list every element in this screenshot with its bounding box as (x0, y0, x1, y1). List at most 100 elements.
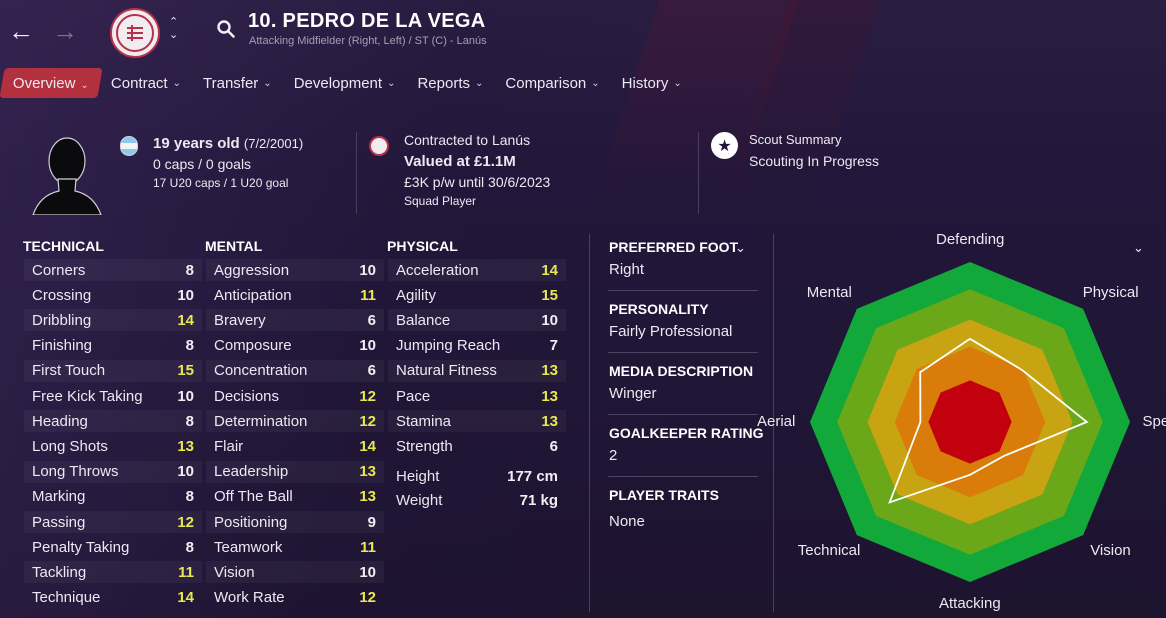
attribute-name: Crossing (32, 286, 92, 304)
attribute-row[interactable]: Marking 8 (24, 486, 202, 508)
tab-label: Transfer (203, 74, 259, 92)
divider (608, 352, 758, 353)
attribute-row[interactable]: Pace 13 (388, 385, 566, 407)
player-switch-chevrons[interactable]: ⌃ ⌄ (169, 16, 178, 42)
chevron-down-icon[interactable]: ⌄ (735, 240, 746, 256)
attribute-name: Tackling (32, 563, 87, 581)
chevron-down-icon[interactable]: ⌄ (169, 29, 178, 42)
attribute-name: Strength (396, 437, 453, 455)
attribute-row[interactable]: First Touch 15 (24, 359, 202, 382)
attribute-value: 10 (541, 311, 558, 329)
attribute-name: Dribbling (32, 311, 92, 329)
tab-history[interactable]: History ⌄ (611, 68, 693, 98)
attribute-row[interactable]: Acceleration 14 (388, 259, 566, 281)
weight-value: 71 kg (519, 491, 558, 509)
star-icon[interactable]: ★ (711, 132, 738, 159)
club-crest[interactable] (110, 8, 160, 58)
radar-label: Speed (1142, 413, 1166, 430)
attribute-value: 14 (177, 589, 194, 607)
attribute-row[interactable]: Concentration 6 (206, 359, 384, 382)
attribute-value: 9 (367, 513, 376, 531)
attribute-row[interactable]: Technique 14 (24, 587, 202, 609)
technical-title: TECHNICAL (23, 238, 104, 254)
physical-title: PHYSICAL (387, 238, 458, 254)
attribute-row[interactable]: Natural Fitness 13 (388, 359, 566, 382)
age-line: 19 years old (7/2/2001) (153, 135, 303, 152)
attribute-row[interactable]: Positioning 9 (206, 511, 384, 533)
search-icon[interactable] (216, 19, 236, 39)
squad-status: Squad Player (404, 194, 477, 208)
attribute-row[interactable]: Determination 12 (206, 410, 384, 433)
attribute-row[interactable]: Long Shots 13 (24, 435, 202, 457)
radar-label: Vision (1090, 541, 1131, 559)
attribute-name: Stamina (396, 412, 452, 430)
attribute-row[interactable]: Long Throws 10 (24, 460, 202, 483)
attribute-value: 15 (541, 286, 558, 304)
attribute-name: Passing (32, 513, 86, 531)
contract-club: Contracted to Lanús (404, 132, 531, 148)
attribute-row[interactable]: Balance 10 (388, 309, 566, 332)
attribute-row[interactable]: Crossing 10 (24, 284, 202, 306)
attribute-row[interactable]: Anticipation 11 (206, 284, 384, 306)
attribute-row[interactable]: Flair 14 (206, 435, 384, 457)
chevron-down-icon: ⌄ (387, 77, 396, 89)
weight-row: Weight 71 kg (388, 489, 566, 511)
radar-label: Physical (1082, 284, 1139, 302)
attribute-name: Flair (214, 437, 244, 455)
attribute-row[interactable]: Teamwork 11 (206, 536, 384, 558)
attribute-name: Agility (396, 286, 437, 304)
tab-label: Reports (417, 74, 470, 92)
radar-label: Mental (806, 284, 852, 302)
wage-contract: £3K p/w until 30/6/2023 (404, 174, 551, 190)
attribute-row[interactable]: Aggression 10 (206, 259, 384, 281)
attribute-row[interactable]: Vision 10 (206, 561, 384, 584)
attribute-row[interactable]: Decisions 12 (206, 385, 384, 407)
attribute-name: Corners (32, 261, 86, 279)
attribute-row[interactable]: Tackling 11 (24, 561, 202, 584)
tab-overview[interactable]: Overview ⌄ (0, 68, 103, 98)
tab-transfer[interactable]: Transfer ⌄ (192, 68, 283, 98)
attribute-row[interactable]: Penalty Taking 8 (24, 536, 202, 558)
club-crest-inner (116, 14, 154, 52)
attribute-value: 15 (177, 362, 194, 380)
attribute-row[interactable]: Off The Ball 13 (206, 486, 384, 508)
scout-status[interactable]: Scouting In Progress (749, 153, 879, 169)
tab-contract[interactable]: Contract ⌄ (100, 68, 192, 98)
attribute-value: 13 (177, 437, 194, 455)
attribute-row[interactable]: Leadership 13 (206, 460, 384, 483)
tab-comparison[interactable]: Comparison ⌄ (494, 68, 610, 98)
attribute-name: Penalty Taking (32, 538, 130, 556)
player-silhouette-icon (32, 137, 102, 215)
attribute-row[interactable]: Bravery 6 (206, 309, 384, 332)
attribute-name: Marking (32, 488, 86, 506)
attribute-row[interactable]: Finishing 8 (24, 335, 202, 357)
attribute-row[interactable]: Strength 6 (388, 435, 566, 457)
attribute-row[interactable]: Stamina 13 (388, 410, 566, 433)
attribute-row[interactable]: Agility 15 (388, 284, 566, 306)
attribute-row[interactable]: Heading 8 (24, 410, 202, 433)
arrow-right-icon[interactable]: → (52, 18, 78, 44)
tab-development[interactable]: Development ⌄ (283, 68, 407, 98)
attribute-row[interactable]: Corners 8 (24, 259, 202, 281)
attribute-row[interactable]: Work Rate 12 (206, 587, 384, 609)
tab-reports[interactable]: Reports ⌄ (406, 68, 494, 98)
attribute-value: 8 (185, 488, 194, 506)
radar-ring (928, 380, 1012, 464)
attribute-name: Aggression (214, 261, 290, 279)
player-value: Valued at £1.1M (404, 153, 516, 170)
attribute-value: 10 (177, 463, 194, 481)
attribute-row[interactable]: Passing 12 (24, 511, 202, 533)
chevron-up-icon[interactable]: ⌃ (169, 16, 178, 29)
player-traits: None (609, 513, 645, 530)
attribute-name: Determination (214, 412, 308, 430)
attribute-row[interactable]: Composure 10 (206, 335, 384, 357)
attribute-row[interactable]: Jumping Reach 7 (388, 335, 566, 357)
attribute-row[interactable]: Free Kick Taking 10 (24, 385, 202, 407)
club-crest-small-icon[interactable] (369, 136, 389, 156)
attribute-row[interactable]: Dribbling 14 (24, 309, 202, 332)
attribute-name: Long Throws (32, 463, 119, 481)
arrow-left-icon[interactable]: ← (8, 18, 34, 44)
attribute-name: Heading (32, 412, 88, 430)
height-row: Height 177 cm (388, 465, 566, 487)
nationality-flag-icon[interactable] (120, 136, 138, 156)
